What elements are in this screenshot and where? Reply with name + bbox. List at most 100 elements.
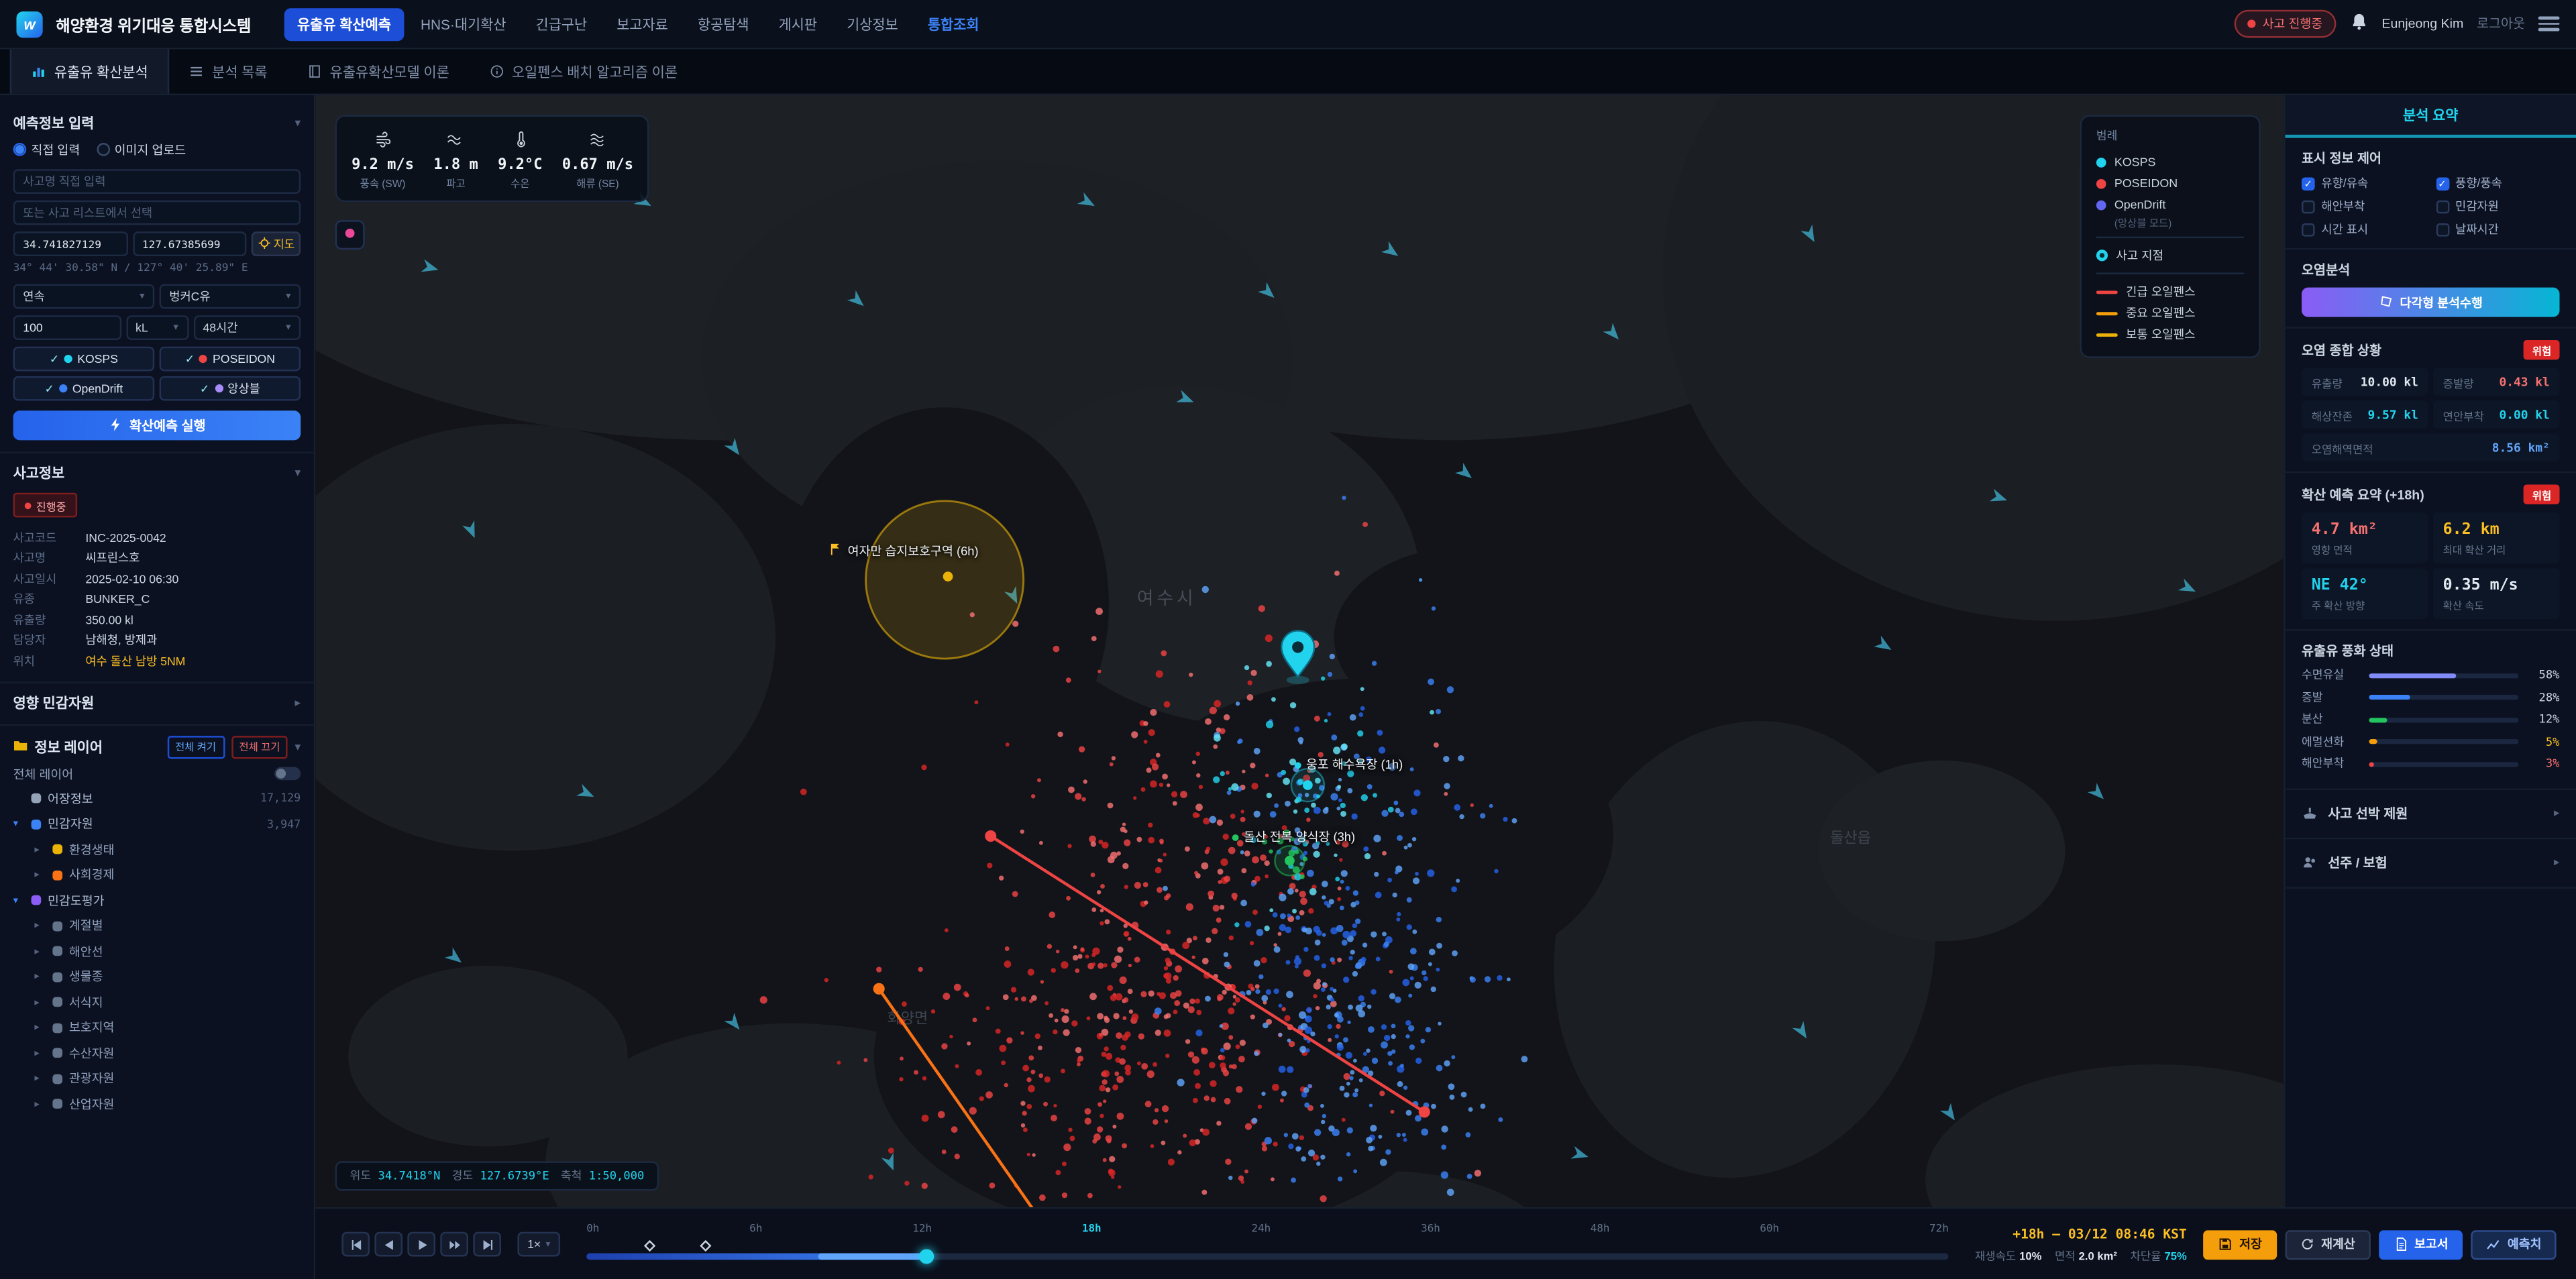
layer-item-10[interactable]: ▸수산자원 <box>13 1040 301 1066</box>
layers-all-off-button[interactable]: 전체 끄기 <box>231 735 288 758</box>
layer-item-9[interactable]: ▸보호지역 <box>13 1015 301 1040</box>
forecast-card: 0.35 m/s확산 속도 <box>2433 568 2560 619</box>
nav-item-4[interactable]: 항공탐색 <box>684 7 762 40</box>
collapsed-section-0[interactable]: 사고 선박 제원▸ <box>2286 789 2576 838</box>
model-toggle-opendrift[interactable]: ✓OpenDrift <box>13 376 155 401</box>
polygon-icon <box>2379 293 2394 311</box>
tab-2[interactable]: 유출유확산모델 이론 <box>287 49 469 93</box>
nav-item-3[interactable]: 보고자료 <box>604 7 682 40</box>
prediction-section-header[interactable]: 예측정보 입력▾ <box>13 113 301 133</box>
timeline-slider[interactable]: 0h 6h 12h 18h 24h 36h 48h 60h 72h <box>586 1216 1949 1272</box>
list-icon <box>189 64 204 79</box>
timeline-tick-60h[interactable]: 60h <box>1760 1221 1779 1235</box>
duration-select[interactable]: 48시간▾ <box>193 315 301 340</box>
timeline-event-marker[interactable] <box>699 1239 710 1251</box>
layer-item-1[interactable]: ▾민감자원3,947 <box>13 812 301 837</box>
timeline-tick-18h[interactable]: 18h <box>1082 1221 1102 1235</box>
display-option-4[interactable]: 시간 표시 <box>2302 222 2426 238</box>
incident-list-input[interactable] <box>13 201 301 225</box>
map-canvas[interactable]: 여수시 화양면 돌산읍 <box>315 95 2284 1207</box>
nav-item-7[interactable]: 통합조회 <box>914 7 992 40</box>
analysis-summary-tab[interactable]: 분석 요약 <box>2286 95 2576 138</box>
timeline-tick-48h[interactable]: 48h <box>1591 1221 1610 1235</box>
users-icon <box>2302 854 2318 870</box>
skip-end-button[interactable] <box>473 1232 501 1257</box>
nav-item-5[interactable]: 게시판 <box>765 7 830 40</box>
display-option-3[interactable]: 민감자원 <box>2436 199 2560 215</box>
nav-item-0[interactable]: 유출유 확산예측 <box>284 7 404 40</box>
timeline-track[interactable] <box>586 1252 1949 1259</box>
timeline-event-marker[interactable] <box>645 1239 656 1251</box>
model-toggle-poseidon[interactable]: ✓POSEIDON <box>160 347 301 372</box>
skip-start-button[interactable] <box>341 1232 370 1257</box>
mode-direct-radio[interactable]: 직접 입력 <box>13 142 80 160</box>
incident-section-header[interactable]: 사고정보▾ <box>13 463 301 483</box>
layer-item-2[interactable]: ▸환경생태 <box>13 837 301 863</box>
step-back-button[interactable] <box>374 1232 402 1257</box>
recalculate-button[interactable]: 재계산 <box>2285 1229 2370 1259</box>
layer-item-5[interactable]: ▸계절별 <box>13 913 301 939</box>
save-button[interactable]: 저장 <box>2203 1229 2277 1259</box>
display-option-2[interactable]: 해안부착 <box>2302 199 2426 215</box>
nav-item-6[interactable]: 기상정보 <box>834 7 912 40</box>
user-name: Eunjeong Kim <box>2381 16 2463 31</box>
layer-item-11[interactable]: ▸관광자원 <box>13 1066 301 1091</box>
hamburger-menu-icon[interactable] <box>2538 17 2560 31</box>
legend-model: OpenDrift <box>2096 194 2244 215</box>
model-toggle-앙상블[interactable]: ✓앙상블 <box>160 376 301 401</box>
spill-type-select[interactable]: 연속▾ <box>13 284 155 309</box>
weathering-section: 유출유 풍화 상태 수면유실58%증발28%분산12%에멀션화5%해안부착3% <box>2286 630 2576 789</box>
oil-type-select[interactable]: 벙커C유▾ <box>160 284 301 309</box>
timeline-tick-72h[interactable]: 72h <box>1929 1221 1949 1235</box>
latitude-input[interactable] <box>13 231 127 256</box>
polygon-analysis-button[interactable]: 다각형 분석수행 <box>2302 288 2559 317</box>
report-button[interactable]: 보고서 <box>2378 1229 2463 1259</box>
incident-info-row: 사고명씨프린스호 <box>13 550 301 566</box>
layer-item-12[interactable]: ▸산업자원 <box>13 1091 301 1117</box>
display-option-1[interactable]: ✓풍향/풍속 <box>2436 176 2560 192</box>
timeline-tick-24h[interactable]: 24h <box>1252 1221 1271 1235</box>
incident-active-badge[interactable]: 사고 진행중 <box>2235 10 2336 38</box>
run-prediction-button[interactable]: 확산예측 실행 <box>13 410 301 440</box>
tab-0[interactable]: 유출유 확산분석 <box>10 49 170 93</box>
layer-item-4[interactable]: ▾민감도평가 <box>13 888 301 913</box>
layer-item-3[interactable]: ▸사회경제 <box>13 863 301 888</box>
layer-item-6[interactable]: ▸해안선 <box>13 939 301 964</box>
amount-input[interactable] <box>13 315 121 340</box>
longitude-input[interactable] <box>132 231 246 256</box>
tab-3[interactable]: 오일펜스 배치 알고리즘 이론 <box>469 49 697 93</box>
pick-on-map-button[interactable]: 지도 <box>252 231 301 256</box>
timeline-handle[interactable] <box>920 1248 934 1263</box>
play-button[interactable] <box>407 1232 435 1257</box>
tab-1[interactable]: 분석 목록 <box>170 49 287 93</box>
logout-button[interactable]: 로그아웃 <box>2477 15 2525 33</box>
layer-item-7[interactable]: ▸생물종 <box>13 964 301 990</box>
weather-thermo: 9.2°C수온 <box>498 127 542 191</box>
notification-bell-icon[interactable] <box>2349 9 2368 38</box>
timeline-tick-0h[interactable]: 0h <box>586 1221 599 1235</box>
forecast-card: 4.7 km²영향 면적 <box>2302 512 2428 563</box>
incident-name-input[interactable] <box>13 169 301 194</box>
playback-speed-select[interactable]: 1×▾ <box>517 1232 560 1257</box>
fast-forward-button[interactable] <box>440 1232 468 1257</box>
mode-image-radio[interactable]: 이미지 업로드 <box>97 142 186 160</box>
layers-all-on-button[interactable]: 전체 켜기 <box>167 735 225 758</box>
nav-item-1[interactable]: HNS·대기확산 <box>407 7 519 40</box>
timeline-tick-12h[interactable]: 12h <box>912 1221 932 1235</box>
display-option-5[interactable]: 날짜시간 <box>2436 222 2560 238</box>
layer-item-8[interactable]: ▸서식지 <box>13 990 301 1015</box>
layer-item-0[interactable]: 어장정보17,129 <box>13 786 301 812</box>
all-layers-toggle[interactable] <box>274 767 301 781</box>
timeline-tick-6h[interactable]: 6h <box>749 1221 762 1235</box>
incident-info-row: 유종BUNKER_C <box>13 592 301 608</box>
bolt-icon <box>108 416 123 435</box>
nav-item-2[interactable]: 긴급구난 <box>523 7 600 40</box>
display-option-0[interactable]: ✓유향/유속 <box>2302 176 2426 192</box>
timeline-tick-36h[interactable]: 36h <box>1421 1221 1440 1235</box>
map-tool-button[interactable] <box>335 220 365 249</box>
model-toggle-kosps[interactable]: ✓KOSPS <box>13 347 155 372</box>
sensitive-section-header[interactable]: 영향 민감자원▸ <box>13 692 301 712</box>
forecast-export-button[interactable]: 예측치 <box>2471 1229 2557 1259</box>
collapsed-section-1[interactable]: 선주 / 보험▸ <box>2286 838 2576 887</box>
unit-select[interactable]: kL▾ <box>125 315 188 340</box>
